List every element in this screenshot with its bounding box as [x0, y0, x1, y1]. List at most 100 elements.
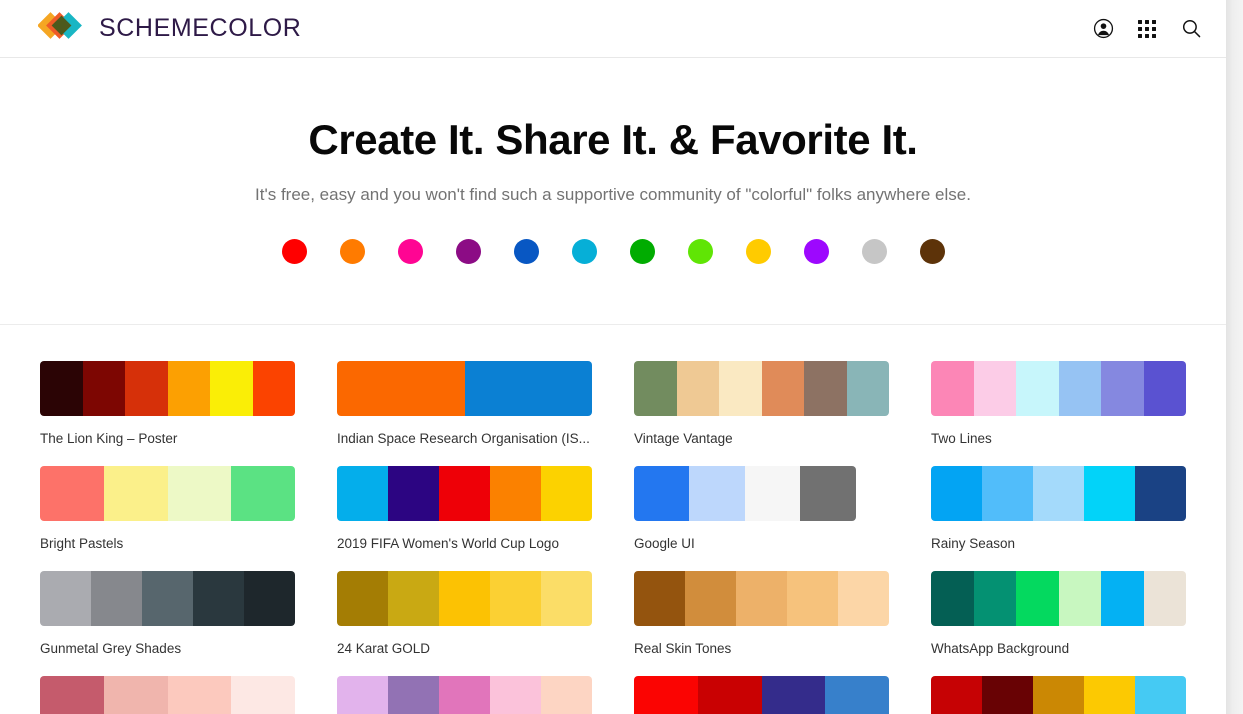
palette-swatch	[82, 361, 125, 417]
palette-card[interactable]: Rainy Season	[931, 466, 1186, 571]
palette-card[interactable]: The Lion King – Poster	[40, 361, 295, 466]
color-dot-green[interactable]	[629, 239, 655, 265]
color-dot-gold[interactable]	[745, 239, 771, 265]
palette-title: WhatsApp Background	[931, 641, 1070, 657]
palette-swatch	[676, 361, 719, 417]
palette-swatch	[388, 676, 439, 714]
palette-swatch	[1033, 466, 1084, 522]
color-dot-cyan[interactable]	[571, 239, 597, 265]
palette-title: The Lion King – Poster	[40, 431, 178, 447]
palette-swatch	[142, 571, 193, 627]
palette-swatch	[337, 466, 388, 522]
palette-swatch	[1135, 466, 1186, 522]
palette-swatch	[973, 571, 1016, 627]
palette-swatch	[719, 361, 762, 417]
palette-swatch	[634, 571, 685, 627]
palette-swatch	[697, 676, 762, 714]
palette-swatches	[634, 361, 889, 417]
color-dot-lime[interactable]	[687, 239, 713, 265]
palette-swatch	[634, 466, 690, 522]
palette-card[interactable]: Gunmetal Grey Shades	[40, 571, 295, 676]
color-dot-orange[interactable]	[339, 239, 365, 265]
palette-swatch	[125, 361, 168, 417]
color-dot-blue[interactable]	[513, 239, 539, 265]
palette-swatch	[91, 571, 142, 627]
palette-title: Rainy Season	[931, 536, 1016, 552]
apps-grid-icon[interactable]	[1136, 18, 1158, 40]
palette-card[interactable]: Two Lines	[931, 361, 1186, 466]
page-right-edge	[1226, 0, 1243, 714]
palette-card[interactable]: 24 Karat GOLD	[337, 571, 592, 676]
account-icon[interactable]	[1092, 18, 1114, 40]
palette-title: 2019 FIFA Women's World Cup Logo	[337, 536, 559, 552]
palette-swatch	[1016, 361, 1059, 417]
palette-swatch	[931, 361, 974, 417]
palette-title: Indian Space Research Organisation (IS..…	[337, 431, 590, 447]
palette-swatch	[1135, 676, 1186, 714]
palette-card[interactable]: Indian Space Research Organisation (IS..…	[337, 361, 592, 466]
palette-swatch	[167, 676, 232, 714]
palette-card[interactable]: Real Skin Tones	[634, 571, 889, 676]
palette-swatches	[40, 361, 295, 417]
color-dot-pink[interactable]	[397, 239, 423, 265]
palette-title: Vintage Vantage	[634, 431, 733, 447]
palette-title: Gunmetal Grey Shades	[40, 641, 182, 657]
palette-swatch	[490, 466, 541, 522]
palette-swatch	[761, 676, 826, 714]
palette-swatches	[337, 676, 592, 714]
palette-swatch	[40, 361, 83, 417]
content-column: SCHEMECOLOR Create It. Share It. & Favor…	[0, 0, 1226, 714]
palette-swatch	[464, 361, 592, 417]
palette-swatches	[931, 676, 1186, 714]
palette-card[interactable]: Vintage Vantage	[634, 361, 889, 466]
palette-swatches	[40, 571, 295, 627]
palette-swatch	[1033, 676, 1084, 714]
palette-swatch	[689, 466, 745, 522]
palette-swatch	[193, 571, 244, 627]
palette-card[interactable]	[634, 676, 889, 714]
color-dot-violet[interactable]	[803, 239, 829, 265]
palette-swatches	[634, 571, 889, 627]
palette-swatch	[1058, 571, 1101, 627]
color-dot-silver[interactable]	[861, 239, 887, 265]
palette-swatch	[1101, 571, 1144, 627]
brand-logo-link[interactable]: SCHEMECOLOR	[38, 11, 301, 46]
palette-swatches	[931, 571, 1186, 627]
palette-swatch	[634, 361, 677, 417]
palette-card[interactable]	[931, 676, 1186, 714]
palette-swatch	[825, 676, 889, 714]
palette-swatch	[744, 466, 801, 522]
palette-swatch	[1058, 361, 1101, 417]
color-dot-red[interactable]	[281, 239, 307, 265]
palette-swatches	[40, 676, 295, 714]
palette-swatch	[634, 676, 698, 714]
palette-card[interactable]	[337, 676, 592, 714]
palette-swatch	[490, 571, 541, 627]
palette-swatch	[846, 361, 889, 417]
palette-card[interactable]: Bright Pastels	[40, 466, 295, 571]
palette-swatches	[40, 466, 295, 522]
palette-card[interactable]	[40, 676, 295, 714]
palette-card[interactable]: 2019 FIFA Women's World Cup Logo	[337, 466, 592, 571]
header-icon-group	[1092, 18, 1202, 40]
palette-card[interactable]: Google UI	[634, 466, 889, 571]
palette-swatch	[337, 361, 465, 417]
color-dot-purple[interactable]	[455, 239, 481, 265]
palette-swatch	[231, 466, 295, 522]
palette-swatch	[337, 676, 388, 714]
palette-swatch	[388, 571, 439, 627]
palette-swatch	[787, 571, 838, 627]
palette-swatch	[337, 571, 388, 627]
search-icon[interactable]	[1180, 18, 1202, 40]
palette-swatch	[40, 676, 104, 714]
palette-swatch	[541, 466, 592, 522]
palette-swatch	[761, 361, 804, 417]
palette-swatch	[388, 466, 439, 522]
palette-card[interactable]: WhatsApp Background	[931, 571, 1186, 676]
palette-grid-wrap: The Lion King – Poster Indian Space Resea…	[0, 325, 1226, 714]
palette-swatch	[40, 466, 104, 522]
palette-swatch	[931, 466, 982, 522]
palette-swatches	[634, 676, 889, 714]
color-dot-brown[interactable]	[919, 239, 945, 265]
palette-title: Google UI	[634, 536, 695, 552]
